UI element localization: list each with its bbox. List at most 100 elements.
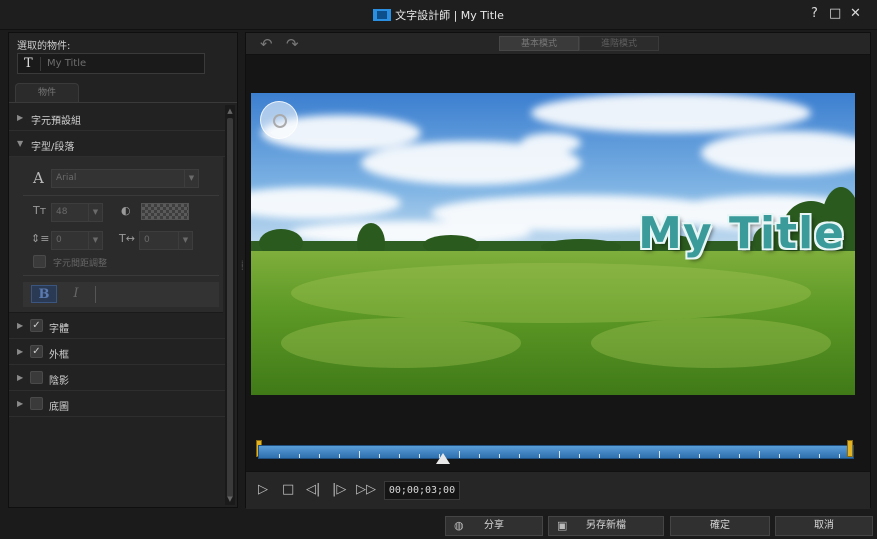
timeline-tick — [359, 451, 360, 458]
undo-icon[interactable]: ↶ — [260, 35, 273, 53]
section-face[interactable]: ▶ ✓ 字體 — [9, 313, 225, 339]
face-checkbox[interactable]: ✓ — [30, 319, 43, 332]
char-spacing-dropdown[interactable]: 0 ▼ — [139, 231, 193, 250]
timeline-tick — [519, 454, 520, 458]
section-font-paragraph[interactable]: ▼ 字型/段落 — [9, 131, 225, 157]
ok-button[interactable]: 確定 — [670, 516, 770, 536]
close-button[interactable]: ✕ — [850, 7, 861, 21]
scrollbar-thumb[interactable] — [227, 118, 233, 498]
share-icon: ◍ — [454, 519, 464, 532]
expand-arrow-icon[interactable]: ▶ — [17, 399, 23, 408]
view-nav-icon[interactable] — [260, 101, 298, 139]
divider — [23, 275, 219, 276]
char-spacing-icon: T↔ — [119, 232, 135, 245]
timeline-tick — [479, 454, 480, 458]
font-size-dropdown[interactable]: 48 ▼ — [51, 203, 103, 222]
preview-panel: ↶ ↷ 基本模式 進階模式 My Title ▷ □ ◁| |▷ ▷▷ 00;0… — [245, 32, 871, 509]
text-color-swatch[interactable] — [141, 203, 189, 220]
title-bar: 文字設計師 | My Title ? □ ✕ — [0, 0, 877, 30]
selected-object-value: My Title — [47, 58, 87, 69]
advanced-mode-button[interactable]: 進階模式 — [579, 36, 659, 51]
shadow-checkbox[interactable] — [30, 371, 43, 384]
border-checkbox[interactable]: ✓ — [30, 345, 43, 358]
window-title-text: 文字設計師 | My Title — [395, 9, 504, 22]
prev-frame-icon[interactable]: ◁| — [306, 482, 320, 497]
timeline-tick — [659, 451, 660, 458]
timeline-tick — [339, 454, 340, 458]
timeline-playhead[interactable] — [435, 453, 450, 464]
format-toolbar: B I — [23, 282, 219, 307]
timeline-tick — [679, 454, 680, 458]
timeline-track[interactable] — [258, 445, 854, 459]
help-button[interactable]: ? — [811, 7, 818, 21]
font-family-value: Arial — [56, 173, 77, 183]
color-icon[interactable]: ◐ — [121, 204, 131, 217]
collapse-arrow-icon[interactable]: ▼ — [17, 139, 23, 148]
font-family-dropdown[interactable]: Arial ▼ — [51, 169, 199, 188]
redo-icon[interactable]: ↷ — [286, 35, 299, 53]
fast-forward-icon[interactable]: ▷▷ — [356, 482, 376, 497]
expand-arrow-icon[interactable]: ▶ — [17, 373, 23, 382]
line-spacing-dropdown[interactable]: 0 ▼ — [51, 231, 103, 250]
font-paragraph-panel: A Arial ▼ Tт 48 ▼ ◐ ⇕≡ 0 ▼ T↔ 0 ▼ 字元間距調整… — [9, 157, 223, 313]
timeline-tick — [739, 454, 740, 458]
maximize-button[interactable]: □ — [829, 7, 841, 21]
divider — [95, 286, 96, 303]
timeline-tick — [399, 454, 400, 458]
timeline-tick — [699, 454, 700, 458]
app-logo-icon — [373, 9, 392, 21]
chevron-down-icon: ▼ — [178, 232, 192, 249]
play-icon[interactable]: ▷ — [258, 482, 268, 497]
expand-arrow-icon[interactable]: ▶ — [17, 321, 23, 330]
line-spacing-value: 0 — [56, 235, 62, 245]
kerning-label: 字元間距調整 — [53, 259, 108, 269]
scroll-down-icon[interactable]: ▼ — [225, 495, 235, 503]
scroll-up-icon[interactable]: ▲ — [225, 107, 235, 115]
chevron-down-icon: ▼ — [184, 170, 198, 187]
basic-mode-button[interactable]: 基本模式 — [499, 36, 579, 51]
share-button[interactable]: ◍ 分享 — [445, 516, 543, 536]
timeline-tick — [279, 454, 280, 458]
timeline-tick — [419, 454, 420, 458]
timecode-display: 00;00;03;00 — [384, 481, 460, 500]
italic-button[interactable]: I — [63, 285, 89, 303]
section-shadow[interactable]: ▶ 陰影 — [9, 365, 225, 391]
tab-object[interactable]: 物件 — [15, 83, 79, 103]
timeline-tick — [579, 454, 580, 458]
section-label: 外框 — [49, 350, 69, 361]
bold-button[interactable]: B — [31, 285, 57, 303]
field-divider — [40, 57, 41, 71]
stop-icon[interactable]: □ — [282, 482, 294, 497]
timeline-tick — [779, 454, 780, 458]
timeline-tick — [719, 454, 720, 458]
panel-resize-handle[interactable]: ⁞ ⁞ — [241, 260, 244, 272]
backdrop-checkbox[interactable] — [30, 397, 43, 410]
section-border[interactable]: ▶ ✓ 外框 — [9, 339, 225, 365]
kerning-checkbox[interactable] — [33, 255, 46, 268]
title-text-object[interactable]: My Title — [638, 208, 845, 259]
section-label: 底圖 — [49, 402, 69, 413]
window-title: 文字設計師 | My Title — [0, 7, 877, 23]
section-label: 陰影 — [49, 376, 69, 387]
expand-arrow-icon[interactable]: ▶ — [17, 347, 23, 356]
properties-panel: 選取的物件: T My Title 物件 ▶ 字元預設組 ▼ 字型/段落 A A… — [8, 32, 238, 508]
tab-divider — [9, 102, 237, 103]
save-as-button[interactable]: ▣ 另存新檔 — [548, 516, 664, 536]
cancel-button[interactable]: 取消 — [775, 516, 873, 536]
editor-toolbar: ↶ ↷ 基本模式 進階模式 — [246, 33, 870, 55]
timeline-end-marker[interactable] — [847, 440, 853, 457]
chevron-down-icon: ▼ — [88, 204, 102, 221]
section-backdrop[interactable]: ▶ 底圖 — [9, 391, 225, 417]
expand-arrow-icon[interactable]: ▶ — [17, 113, 23, 122]
dialog-buttons: ◍ 分享 ▣ 另存新檔 確定 取消 — [0, 511, 877, 539]
selected-object-label: 選取的物件: — [17, 41, 71, 52]
preview-canvas[interactable]: My Title — [251, 93, 855, 395]
save-icon: ▣ — [557, 519, 568, 532]
timeline-tick — [299, 454, 300, 458]
section-character-presets[interactable]: ▶ 字元預設組 — [9, 105, 225, 131]
next-frame-icon[interactable]: |▷ — [332, 482, 346, 497]
property-list: ▶ 字元預設組 ▼ 字型/段落 A Arial ▼ Tт 48 ▼ ◐ ⇕≡ 0 — [9, 105, 225, 417]
save-as-label: 另存新檔 — [586, 520, 626, 531]
char-spacing-value: 0 — [144, 235, 150, 245]
selected-object-field[interactable]: T My Title — [17, 53, 205, 74]
